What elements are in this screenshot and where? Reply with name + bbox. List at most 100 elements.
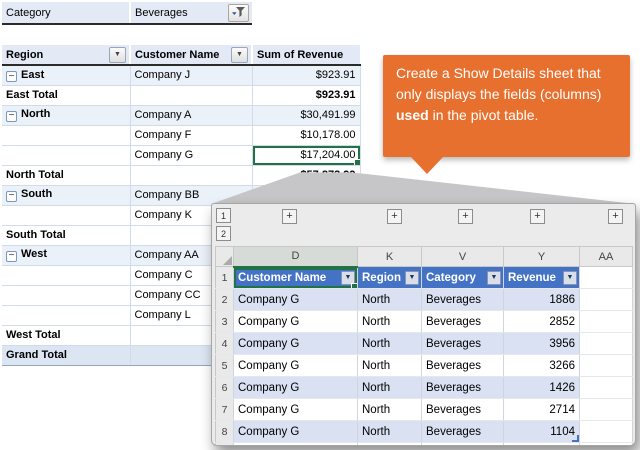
sheet-cell-revenue[interactable]: 1426 — [504, 377, 580, 399]
sheet-cell-region[interactable]: North — [358, 289, 422, 311]
pivot-cell-region[interactable]: North Total — [2, 165, 130, 185]
collapse-icon[interactable]: − — [6, 251, 17, 262]
field-header-region[interactable]: Region▼ — [358, 267, 422, 289]
pivot-filter-field[interactable]: Category — [2, 2, 130, 24]
sheet-cell-region[interactable]: North — [358, 333, 422, 355]
pivot-cell-region[interactable]: East Total — [2, 85, 130, 105]
empty-cell[interactable] — [580, 267, 633, 289]
sheet-cell-customer[interactable]: Company G — [234, 311, 358, 333]
sheet-cell-category[interactable]: Beverages — [422, 333, 504, 355]
pivot-cell-revenue[interactable]: $30,491.99 — [252, 105, 360, 125]
funnel-filter-icon[interactable] — [228, 4, 249, 22]
pivot-cell-region[interactable] — [2, 265, 130, 285]
sheet-cell-category[interactable]: Beverages — [422, 355, 504, 377]
sheet-cell-region[interactable]: North — [358, 355, 422, 377]
pivot-cell-customer[interactable]: Company A — [130, 105, 252, 125]
empty-cell[interactable] — [580, 333, 633, 355]
row-header-5[interactable]: 5 — [216, 355, 234, 377]
pivot-cell-region[interactable] — [2, 145, 130, 165]
pivot-cell-customer[interactable] — [130, 85, 252, 105]
pivot-cell-region[interactable]: Grand Total — [2, 345, 130, 365]
row-header-7[interactable]: 7 — [216, 399, 234, 421]
sheet-cell-customer[interactable]: Company G — [234, 421, 358, 443]
field-header-revenue[interactable]: Revenue▼ — [504, 267, 580, 289]
empty-cell[interactable] — [580, 377, 633, 399]
column-header-D[interactable]: D — [234, 247, 358, 267]
sheet-cell-revenue[interactable]: 1104 — [504, 421, 580, 443]
collapse-icon[interactable]: − — [6, 111, 17, 122]
select-all-corner[interactable] — [216, 247, 234, 267]
expand-group-button[interactable]: + — [530, 209, 545, 224]
sheet-cell-category[interactable]: Beverages — [422, 377, 504, 399]
row-header-8[interactable]: 8 — [216, 421, 234, 443]
expand-group-button[interactable]: + — [282, 209, 297, 224]
pivot-cell-customer[interactable]: Company G — [130, 145, 252, 165]
row-header-2[interactable]: 2 — [216, 289, 234, 311]
collapse-icon[interactable]: − — [6, 71, 17, 82]
column-header-Y[interactable]: Y — [504, 247, 580, 267]
pivot-cell-region[interactable] — [2, 285, 130, 305]
pivot-cell-region[interactable]: −West — [2, 245, 130, 265]
pivot-cell-region[interactable]: South Total — [2, 225, 130, 245]
field-header-customer-name[interactable]: Customer Name▼ — [234, 267, 358, 289]
expand-group-button[interactable]: + — [608, 209, 623, 224]
pivot-cell-revenue[interactable]: $923.91 — [252, 65, 360, 85]
sheet-cell-customer[interactable]: Company G — [234, 399, 358, 421]
pivot-cell-region[interactable] — [2, 125, 130, 145]
pivot-cell-revenue[interactable]: $17,204.00 — [252, 145, 360, 165]
pivot-cell-customer[interactable]: Company J — [130, 65, 252, 85]
pivot-cell-revenue[interactable]: $923.91 — [252, 85, 360, 105]
pivot-filter-value-cell[interactable]: Beverages — [130, 2, 252, 24]
pivot-cell-revenue[interactable]: $10,178.00 — [252, 125, 360, 145]
sheet-cell-category[interactable]: Beverages — [422, 289, 504, 311]
sheet-cell-region[interactable]: North — [358, 377, 422, 399]
outline-level-2-button[interactable]: 2 — [216, 226, 231, 241]
sheet-cell-revenue[interactable]: 2852 — [504, 311, 580, 333]
pivot-cell-region[interactable]: −East — [2, 65, 130, 85]
sheet-cell-revenue[interactable]: 3956 — [504, 333, 580, 355]
pivot-header-region[interactable]: Region ▼ — [2, 45, 130, 65]
sheet-cell-revenue[interactable]: 2714 — [504, 399, 580, 421]
pivot-cell-region[interactable] — [2, 305, 130, 325]
column-header-K[interactable]: K — [358, 247, 422, 267]
expand-group-button[interactable]: + — [458, 209, 473, 224]
sheet-cell-category[interactable]: Beverages — [422, 311, 504, 333]
empty-cell[interactable] — [580, 421, 633, 443]
customer-dropdown-icon[interactable]: ▼ — [231, 47, 248, 63]
empty-cell[interactable] — [580, 289, 633, 311]
filter-dropdown-icon[interactable]: ▼ — [405, 271, 419, 285]
filter-dropdown-icon[interactable]: ▼ — [563, 271, 577, 285]
field-header-category[interactable]: Category▼ — [422, 267, 504, 289]
sheet-cell-category[interactable]: Beverages — [422, 421, 504, 443]
sheet-cell-customer[interactable]: Company G — [234, 377, 358, 399]
sheet-cell-customer[interactable]: Company G — [234, 355, 358, 377]
row-header-6[interactable]: 6 — [216, 377, 234, 399]
row-header-1[interactable]: 1 — [216, 267, 234, 289]
sheet-cell-revenue[interactable]: 3266 — [504, 355, 580, 377]
row-header-4[interactable]: 4 — [216, 333, 234, 355]
empty-cell[interactable] — [580, 355, 633, 377]
region-dropdown-icon[interactable]: ▼ — [109, 47, 126, 63]
outline-level-1-button[interactable]: 1 — [216, 208, 231, 223]
sheet-cell-customer[interactable]: Company G — [234, 333, 358, 355]
pivot-cell-region[interactable]: −South — [2, 185, 130, 205]
filter-dropdown-icon[interactable]: ▼ — [341, 271, 355, 285]
sheet-cell-region[interactable]: North — [358, 311, 422, 333]
pivot-cell-region[interactable]: −North — [2, 105, 130, 125]
filter-dropdown-icon[interactable]: ▼ — [487, 271, 501, 285]
sheet-cell-region[interactable]: North — [358, 399, 422, 421]
pivot-cell-region[interactable] — [2, 205, 130, 225]
pivot-cell-customer[interactable] — [130, 165, 252, 185]
pivot-cell-customer[interactable]: Company F — [130, 125, 252, 145]
empty-cell[interactable] — [580, 311, 633, 333]
empty-cell[interactable] — [580, 399, 633, 421]
column-header-V[interactable]: V — [422, 247, 504, 267]
collapse-icon[interactable]: − — [6, 191, 17, 202]
row-header-3[interactable]: 3 — [216, 311, 234, 333]
sheet-cell-customer[interactable]: Company G — [234, 289, 358, 311]
expand-group-button[interactable]: + — [387, 209, 402, 224]
sheet-cell-revenue[interactable]: 1886 — [504, 289, 580, 311]
sheet-cell-region[interactable]: North — [358, 421, 422, 443]
column-header-AA[interactable]: AA — [580, 247, 633, 267]
pivot-header-customer[interactable]: Customer Name ▼ — [130, 45, 252, 65]
